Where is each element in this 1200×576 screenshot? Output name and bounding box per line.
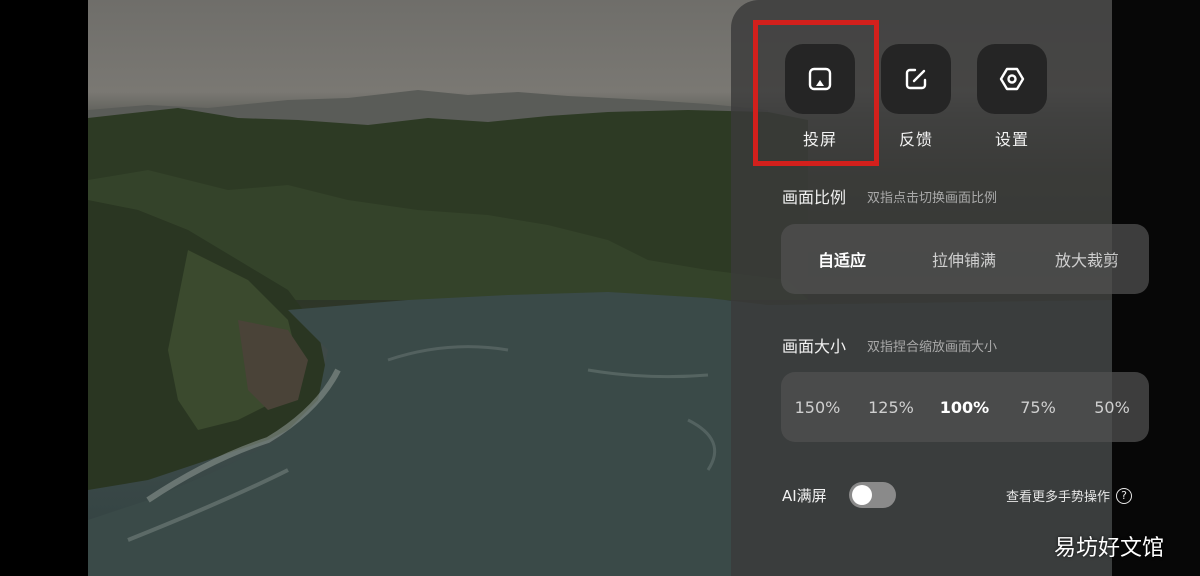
highlight-box <box>753 20 879 166</box>
aspect-ratio-hint: 双指点击切换画面比例 <box>867 191 998 206</box>
more-gestures-link[interactable]: 查看更多手势操作 ? <box>1006 486 1133 505</box>
aspect-ratio-selector: 自适应 拉伸铺满 放大裁剪 <box>781 224 1149 294</box>
size-option-75[interactable]: 75% <box>1001 372 1075 442</box>
watermark-text: 易坊好文馆 <box>1054 536 1165 561</box>
aspect-option-crop[interactable]: 放大裁剪 <box>1025 224 1149 294</box>
aspect-option-stretch[interactable]: 拉伸铺满 <box>903 224 1025 294</box>
question-circle-icon: ? <box>1116 487 1133 504</box>
toggle-knob <box>852 485 872 505</box>
size-option-50[interactable]: 50% <box>1075 372 1149 442</box>
aspect-option-adaptive[interactable]: 自适应 <box>781 224 903 294</box>
size-option-125[interactable]: 125% <box>854 372 928 442</box>
edit-icon <box>905 68 927 90</box>
ai-fullscreen-toggle[interactable] <box>849 482 896 508</box>
feedback-action[interactable]: 反馈 <box>880 44 952 150</box>
settings-button[interactable] <box>977 44 1047 114</box>
left-letterbox <box>0 0 88 576</box>
ai-fullscreen-label: AI满屏 <box>782 487 827 505</box>
picture-size-selector: 150% 125% 100% 75% 50% <box>781 372 1149 442</box>
settings-action[interactable]: 设置 <box>976 44 1048 150</box>
size-option-150[interactable]: 150% <box>781 372 854 442</box>
picture-size-hint: 双指捏合缩放画面大小 <box>867 340 998 355</box>
picture-size-title: 画面大小 <box>782 337 847 356</box>
feedback-button[interactable] <box>881 44 951 114</box>
aspect-ratio-title: 画面比例 <box>782 188 847 207</box>
feedback-label: 反馈 <box>898 130 933 149</box>
hexagon-settings-icon <box>999 67 1025 91</box>
size-option-100[interactable]: 100% <box>928 372 1001 442</box>
more-gestures-label: 查看更多手势操作 <box>1006 490 1111 505</box>
settings-label: 设置 <box>994 130 1029 149</box>
